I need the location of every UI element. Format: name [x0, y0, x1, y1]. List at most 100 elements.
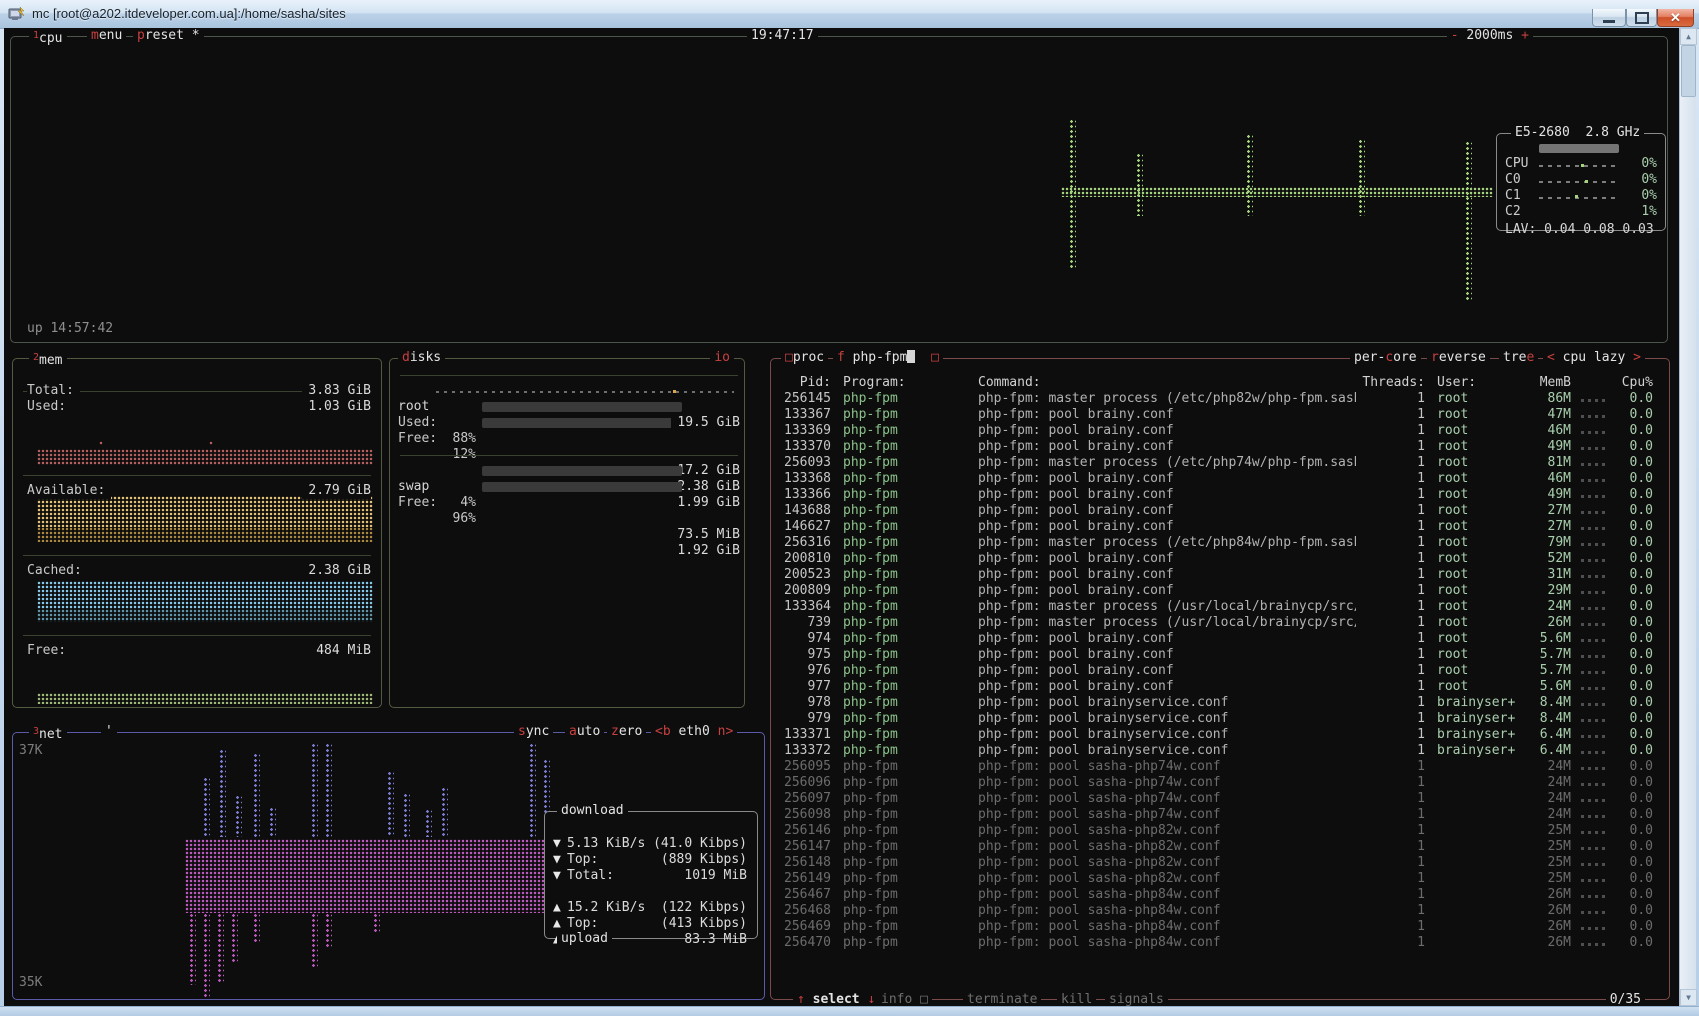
filter-clear-button[interactable]: □ [931, 350, 939, 365]
tree-toggle[interactable]: tree [1499, 350, 1538, 365]
cell-mem: 24M [1531, 775, 1571, 791]
process-row[interactable]: 133370php-fpmphp-fpm: pool brainy.conf1r… [779, 439, 1653, 455]
row-leader-dots [1581, 575, 1609, 578]
process-row[interactable]: 256468php-fpmphp-fpm: pool sasha-php84w.… [779, 903, 1653, 919]
process-row[interactable]: 978php-fpmphp-fpm: pool brainyservice.co… [779, 695, 1653, 711]
kill-button[interactable]: kill [1057, 992, 1096, 1006]
upload-total-row: ▲Total:83.3 MiB [553, 916, 747, 932]
mem-box: 2mem Total:3.83 GiB Used:1.03 GiB 27% Av… [12, 358, 382, 708]
column-user[interactable]: User: [1425, 375, 1531, 391]
menu-button[interactable]: menu [87, 28, 126, 43]
close-button[interactable]: ✕ [1657, 9, 1694, 27]
proc-box-title[interactable]: □proc [781, 350, 828, 365]
process-row[interactable]: 200523php-fpmphp-fpm: pool brainy.conf1r… [779, 567, 1653, 583]
process-row[interactable]: 133368php-fpmphp-fpm: pool brainy.conf1r… [779, 471, 1653, 487]
process-row[interactable]: 200809php-fpmphp-fpm: pool brainy.conf1r… [779, 583, 1653, 599]
net-box-title[interactable]: 3net [29, 724, 67, 739]
net-zero-toggle[interactable]: zero [607, 724, 646, 739]
sort-next-arrow[interactable]: > [1633, 350, 1641, 365]
process-row[interactable]: 256145php-fpmphp-fpm: master process (/e… [779, 391, 1653, 407]
per-core-toggle[interactable]: per-core [1350, 350, 1421, 365]
process-row[interactable]: 256316php-fpmphp-fpm: master process (/e… [779, 535, 1653, 551]
interval-decrease-button[interactable]: - [1451, 28, 1459, 43]
process-row[interactable]: 200810php-fpmphp-fpm: pool brainy.conf1r… [779, 551, 1653, 567]
column-threads[interactable]: Threads: [1356, 375, 1425, 391]
terminate-button[interactable]: terminate [963, 992, 1041, 1006]
cell-threads: 1 [1356, 487, 1425, 503]
cell-command: php-fpm: pool brainy.conf [966, 583, 1356, 599]
cell-cpu: 0.0 [1615, 567, 1653, 583]
scrollbar-up-button[interactable]: ▲ [1680, 28, 1697, 45]
process-row[interactable]: 256470php-fpmphp-fpm: pool sasha-php84w.… [779, 935, 1653, 951]
cell-command: php-fpm: pool brainy.conf [966, 423, 1356, 439]
maximize-button[interactable] [1626, 9, 1657, 27]
cell-threads: 1 [1356, 615, 1425, 631]
process-row[interactable]: 739php-fpmphp-fpm: master process (/usr/… [779, 615, 1653, 631]
process-row[interactable]: 256095php-fpmphp-fpm: pool sasha-php74w.… [779, 759, 1653, 775]
sort-selector[interactable]: < cpu lazy > [1543, 350, 1645, 365]
net-auto-toggle[interactable]: auto [565, 724, 604, 739]
process-row[interactable]: 143688php-fpmphp-fpm: pool brainy.conf1r… [779, 503, 1653, 519]
process-row[interactable]: 976php-fpmphp-fpm: pool brainy.conf1root… [779, 663, 1653, 679]
process-row[interactable]: 256147php-fpmphp-fpm: pool sasha-php82w.… [779, 839, 1653, 855]
scrollbar[interactable]: ▲ ▼ [1679, 28, 1696, 1006]
cell-command: php-fpm: pool sasha-php82w.conf [966, 871, 1356, 887]
process-row[interactable]: 256467php-fpmphp-fpm: pool sasha-php84w.… [779, 887, 1653, 903]
process-row[interactable]: 256146php-fpmphp-fpm: pool sasha-php82w.… [779, 823, 1653, 839]
cell-pid: 977 [779, 679, 831, 695]
cell-pid: 256097 [779, 791, 831, 807]
column-cpu[interactable]: Cpu% [1615, 375, 1653, 391]
cell-command: php-fpm: pool sasha-php82w.conf [966, 839, 1356, 855]
process-row[interactable]: 133369php-fpmphp-fpm: pool brainy.conf1r… [779, 423, 1653, 439]
cell-user: root [1425, 663, 1531, 679]
net-sync-toggle[interactable]: sync [514, 724, 553, 739]
column-mem[interactable]: MemB [1531, 375, 1571, 391]
cell-program: php-fpm [831, 647, 966, 663]
cell-program: php-fpm [831, 807, 966, 823]
sort-prev-arrow[interactable]: < [1547, 350, 1555, 365]
column-command[interactable]: Command: [966, 375, 1356, 391]
column-pid[interactable]: Pid: [779, 375, 831, 391]
cell-command: php-fpm: pool sasha-php84w.conf [966, 935, 1356, 951]
column-program[interactable]: Program: [831, 375, 966, 391]
process-row[interactable]: 256096php-fpmphp-fpm: pool sasha-php74w.… [779, 775, 1653, 791]
process-row[interactable]: 133364php-fpmphp-fpm: master process (/u… [779, 599, 1653, 615]
row-leader-dots [1581, 863, 1609, 866]
process-row[interactable]: 256149php-fpmphp-fpm: pool sasha-php82w.… [779, 871, 1653, 887]
row-leader-dots [1581, 927, 1609, 930]
cell-program: php-fpm [831, 711, 966, 727]
cell-pid: 256146 [779, 823, 831, 839]
interval-increase-button[interactable]: + [1521, 28, 1529, 43]
process-row[interactable]: 974php-fpmphp-fpm: pool brainy.conf1root… [779, 631, 1653, 647]
core-row: C10% [1505, 172, 1657, 188]
process-row[interactable]: 146627php-fpmphp-fpm: pool brainy.conf1r… [779, 519, 1653, 535]
process-row[interactable]: 133367php-fpmphp-fpm: pool brainy.conf1r… [779, 407, 1653, 423]
process-row[interactable]: 133371php-fpmphp-fpm: pool brainyservice… [779, 727, 1653, 743]
scrollbar-thumb[interactable] [1681, 45, 1696, 97]
signals-button[interactable]: signals [1105, 992, 1168, 1006]
process-row[interactable]: 256097php-fpmphp-fpm: pool sasha-php74w.… [779, 791, 1653, 807]
cell-command: php-fpm: pool brainy.conf [966, 471, 1356, 487]
select-control[interactable]: ↑ select ↓ [793, 992, 879, 1006]
minimize-button[interactable] [1592, 9, 1626, 27]
process-row[interactable]: 256098php-fpmphp-fpm: pool sasha-php74w.… [779, 807, 1653, 823]
net-interface-selector[interactable]: <b eth0 n> [651, 724, 737, 739]
proc-filter-input[interactable]: f php-fpm □ [833, 350, 943, 365]
mem-box-title[interactable]: 2mem [29, 350, 67, 365]
process-row[interactable]: 133366php-fpmphp-fpm: pool brainy.conf1r… [779, 487, 1653, 503]
preset-button[interactable]: preset * [133, 28, 204, 43]
cpu-box-title[interactable]: 1cpu [29, 28, 67, 43]
process-row[interactable]: 133372php-fpmphp-fpm: pool brainyservice… [779, 743, 1653, 759]
process-row[interactable]: 975php-fpmphp-fpm: pool brainy.conf1root… [779, 647, 1653, 663]
process-row[interactable]: 256469php-fpmphp-fpm: pool sasha-php84w.… [779, 919, 1653, 935]
process-row[interactable]: 977php-fpmphp-fpm: pool brainy.conf1root… [779, 679, 1653, 695]
reverse-toggle[interactable]: reverse [1427, 350, 1490, 365]
process-row[interactable]: 256148php-fpmphp-fpm: pool sasha-php82w.… [779, 855, 1653, 871]
io-mode-toggle[interactable]: io [710, 350, 734, 365]
scrollbar-down-button[interactable]: ▼ [1680, 989, 1697, 1006]
process-row[interactable]: 979php-fpmphp-fpm: pool brainyservice.co… [779, 711, 1653, 727]
process-row[interactable]: 256093php-fpmphp-fpm: master process (/e… [779, 455, 1653, 471]
cell-command: php-fpm: pool brainy.conf [966, 519, 1356, 535]
info-button[interactable]: info □ [877, 992, 932, 1006]
row-leader-dots [1581, 463, 1609, 466]
